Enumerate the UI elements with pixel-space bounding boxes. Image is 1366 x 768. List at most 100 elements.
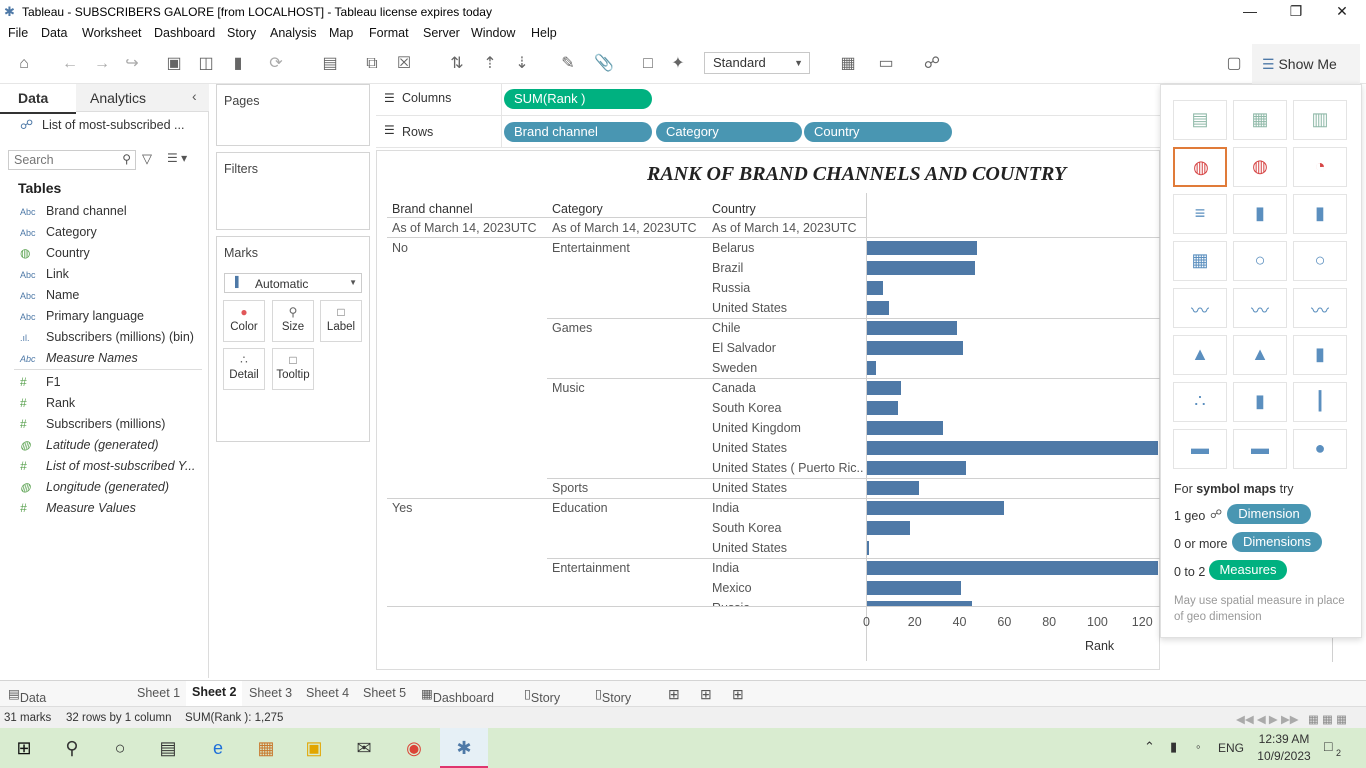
detail-button[interactable]: ∴ Detail: [223, 348, 265, 390]
category-cell[interactable]: Games: [552, 321, 592, 335]
field-item[interactable]: .ıl. Subscribers (millions) (bin): [20, 330, 194, 344]
windows-start-icon[interactable]: ⊞: [0, 728, 48, 768]
new-dashboard-icon[interactable]: ⊞: [700, 686, 712, 703]
country-cell[interactable]: United States ( Puerto Ric..: [712, 461, 864, 475]
clock-time[interactable]: 12:39 AM: [1256, 732, 1312, 746]
field-item[interactable]: Abc Name: [20, 288, 79, 302]
chart-type-symbol-map[interactable]: ◍: [1173, 147, 1227, 187]
country-cell[interactable]: Sweden: [712, 361, 864, 375]
pill-brand-channel[interactable]: Brand channel: [504, 122, 652, 142]
country-cell[interactable]: United States: [712, 541, 864, 555]
rank-bar[interactable]: [867, 401, 899, 415]
search-input[interactable]: [9, 151, 109, 169]
chart-type-stacked-bars[interactable]: ▮: [1233, 194, 1287, 234]
chart-type-horizontal-bars[interactable]: ≡: [1173, 194, 1227, 234]
highlight-icon[interactable]: ✎: [556, 52, 580, 76]
clear-sheet-icon[interactable]: ☒: [392, 52, 416, 76]
sort-ascending-icon[interactable]: ⇡: [478, 52, 502, 76]
pages-card[interactable]: Pages: [216, 84, 370, 146]
country-cell[interactable]: El Salvador: [712, 341, 864, 355]
datasource-name[interactable]: List of most-subscribed ...: [42, 118, 184, 132]
field-item[interactable]: ◍ Longitude (generated): [20, 480, 169, 494]
field-item[interactable]: Abc Category: [20, 225, 97, 239]
swap-icon[interactable]: ⇅: [445, 52, 469, 76]
chart-type-text-table[interactable]: ▤: [1173, 100, 1227, 140]
tooltip-button[interactable]: □ Tooltip: [272, 348, 314, 390]
group-icon[interactable]: 📎: [592, 52, 616, 76]
chart-type-scatter-plot[interactable]: ∴: [1173, 382, 1227, 422]
rank-bar[interactable]: [867, 521, 910, 535]
edge-icon[interactable]: e: [194, 728, 242, 768]
chart-type-packed-bubbles[interactable]: ●: [1293, 429, 1347, 469]
home-icon[interactable]: ⌂: [12, 52, 36, 76]
menu-file[interactable]: File: [8, 24, 28, 40]
country-cell[interactable]: Chile: [712, 321, 864, 335]
new-datasource-icon[interactable]: ◫: [194, 52, 218, 76]
close-button[interactable]: ✕: [1319, 0, 1365, 24]
fit-select[interactable]: Standard ▼: [704, 52, 810, 74]
country-cell[interactable]: Brazil: [712, 261, 864, 275]
mail-icon[interactable]: ✉: [340, 728, 388, 768]
category-cell[interactable]: Education: [552, 501, 608, 515]
restore-button[interactable]: ❐: [1273, 0, 1319, 24]
new-worksheet-icon[interactable]: ⊞: [668, 686, 680, 703]
tab-story-2[interactable]: ▯ Story 2: [595, 686, 631, 719]
brand-cell[interactable]: No: [392, 241, 408, 255]
show-me-button[interactable]: ☰ Show Me: [1252, 44, 1360, 84]
country-cell[interactable]: India: [712, 501, 864, 515]
menu-server[interactable]: Server: [423, 24, 460, 40]
country-cell[interactable]: United States: [712, 301, 864, 315]
menu-worksheet[interactable]: Worksheet: [82, 24, 142, 40]
country-cell[interactable]: India: [712, 561, 864, 575]
rank-bar[interactable]: [867, 421, 944, 435]
chart-type-filled-map[interactable]: ◍: [1233, 147, 1287, 187]
chart-type-box-and-whisker[interactable]: ┃: [1293, 382, 1347, 422]
rank-bar[interactable]: [867, 441, 1159, 455]
rank-bar[interactable]: [867, 341, 964, 355]
category-cell[interactable]: Music: [552, 381, 585, 395]
country-cell[interactable]: United Kingdom: [712, 421, 864, 435]
tab-sheet-2[interactable]: Sheet 2: [186, 681, 243, 707]
clock-date[interactable]: 10/9/2023: [1256, 749, 1312, 763]
category-cell[interactable]: Entertainment: [552, 561, 630, 575]
rank-bar[interactable]: [867, 541, 870, 555]
field-item[interactable]: ◍ Country: [20, 246, 90, 260]
save-icon[interactable]: ▣: [162, 52, 186, 76]
tab-data[interactable]: Data: [18, 90, 48, 106]
category-cell[interactable]: Entertainment: [552, 241, 630, 255]
notification-icon[interactable]: □: [1324, 738, 1332, 754]
chart-type-highlight-table[interactable]: ▥: [1293, 100, 1347, 140]
share-icon[interactable]: ☍: [920, 52, 944, 76]
chart-type-dual-lines[interactable]: 〰: [1293, 288, 1347, 328]
menu-window[interactable]: Window: [471, 24, 515, 40]
tab-dashboard-1[interactable]: ▦ Dashboard 1: [421, 686, 494, 719]
redo-list-icon[interactable]: ↪: [120, 52, 144, 76]
tab-sheet-4[interactable]: Sheet 4: [306, 686, 349, 700]
grid-view-icon[interactable]: ▦ ▦ ▦: [1308, 712, 1347, 726]
header-country[interactable]: Country: [712, 202, 756, 216]
labels-icon[interactable]: □: [636, 52, 660, 76]
rank-bar[interactable]: [867, 461, 966, 475]
filters-card[interactable]: Filters: [216, 152, 370, 230]
country-cell[interactable]: United States: [712, 481, 864, 495]
presentation-icon[interactable]: ▭: [874, 52, 898, 76]
minimize-button[interactable]: —: [1227, 0, 1273, 24]
field-item[interactable]: # Subscribers (millions): [20, 417, 165, 431]
field-item[interactable]: Abc Brand channel: [20, 204, 127, 218]
file-explorer-icon[interactable]: ▣: [290, 728, 338, 768]
wifi-icon[interactable]: ◦: [1196, 739, 1201, 754]
brand-cell[interactable]: Yes: [392, 501, 412, 515]
field-item[interactable]: # Rank: [20, 396, 75, 410]
chart-type-discrete-lines[interactable]: 〰: [1233, 288, 1287, 328]
rank-bar[interactable]: [867, 361, 876, 375]
nav-arrows-icon[interactable]: ◀◀ ◀ ▶ ▶▶: [1236, 712, 1299, 726]
rank-bar[interactable]: [867, 501, 1004, 515]
chart-type-area-continuous[interactable]: ▲: [1173, 335, 1227, 375]
country-cell[interactable]: Canada: [712, 381, 864, 395]
field-item[interactable]: # Measure Values: [20, 501, 136, 515]
pin-icon[interactable]: ✦: [666, 52, 690, 76]
rank-bar[interactable]: [867, 481, 919, 495]
country-cell[interactable]: Russia: [712, 281, 864, 295]
tableau-taskbar-icon[interactable]: ✱: [440, 728, 488, 768]
rank-bar[interactable]: [867, 381, 901, 395]
